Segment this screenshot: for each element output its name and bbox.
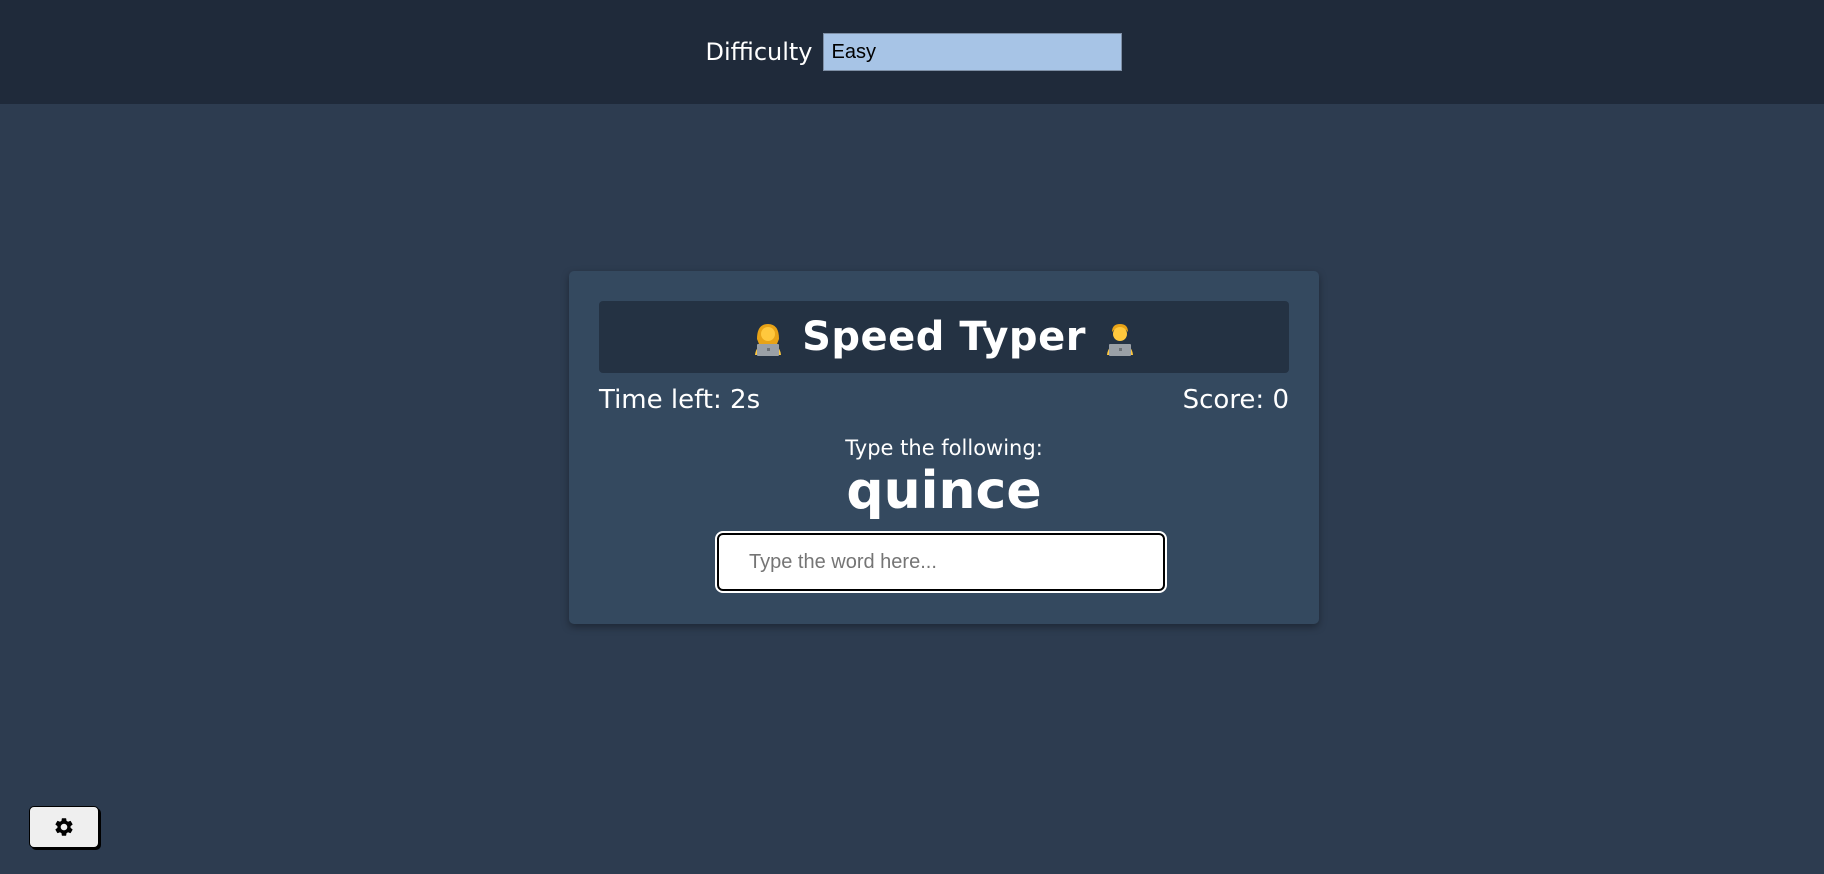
gear-icon: [55, 818, 73, 836]
instruction-text: Type the following:: [845, 436, 1043, 460]
difficulty-label: Difficulty: [705, 38, 813, 66]
time-left: Time left: 2s: [599, 385, 761, 415]
game-title: Speed Typer: [802, 314, 1086, 360]
target-word: quince: [846, 461, 1042, 521]
difficulty-form: Difficulty Easy: [705, 33, 1122, 71]
woman-technologist-icon: [755, 324, 782, 356]
score: Score: 0: [1182, 385, 1289, 415]
word-input[interactable]: [715, 531, 1167, 593]
settings-bar: Difficulty Easy: [0, 0, 1824, 104]
settings-toggle-button[interactable]: [29, 806, 99, 848]
man-technologist-icon: [1106, 324, 1133, 356]
title-bar: Speed Typer: [599, 301, 1289, 373]
difficulty-select[interactable]: Easy: [822, 33, 1122, 71]
game-card: Speed Typer Time left: 2s Score: 0 Type …: [569, 271, 1319, 624]
difficulty-selected-value: Easy: [831, 40, 876, 63]
